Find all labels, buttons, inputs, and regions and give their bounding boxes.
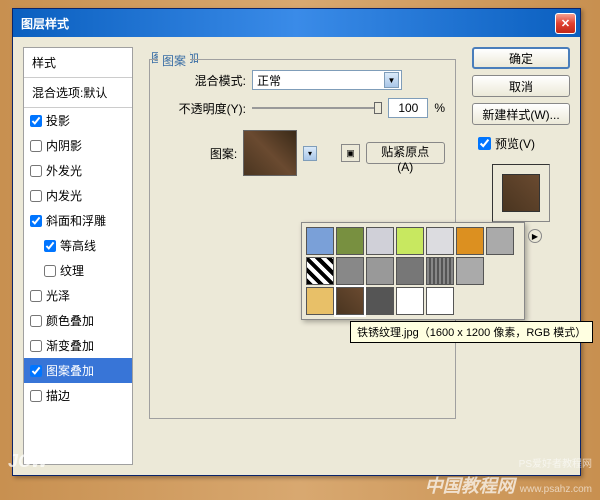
pattern-row: 图案: ▾ ▣ 贴紧原点(A)	[160, 130, 445, 176]
sidebar-checkbox[interactable]	[30, 115, 42, 127]
sidebar-item-9[interactable]: 渐变叠加	[24, 333, 132, 358]
dialog-title: 图层样式	[21, 15, 69, 32]
sidebar-checkbox[interactable]	[30, 140, 42, 152]
layer-style-dialog: 图层样式 ✕ 样式 混合选项:默认 投影内阴影外发光内发光斜面和浮雕等高线纹理光…	[12, 8, 581, 476]
preview-label: 预览(V)	[495, 135, 535, 152]
pattern-cell[interactable]	[396, 287, 424, 315]
pattern-dropdown-icon[interactable]: ▾	[303, 146, 317, 161]
pattern-cell[interactable]	[336, 287, 364, 315]
pattern-cell[interactable]	[426, 287, 454, 315]
sidebar-checkbox[interactable]	[30, 390, 42, 402]
pattern-cell[interactable]	[336, 227, 364, 255]
styles-sidebar: 样式 混合选项:默认 投影内阴影外发光内发光斜面和浮雕等高线纹理光泽颜色叠加渐变…	[23, 47, 133, 465]
pattern-cell[interactable]	[426, 227, 454, 255]
sidebar-item-1[interactable]: 内阴影	[24, 133, 132, 158]
opacity-row: 不透明度(Y): %	[160, 98, 445, 118]
sidebar-item-10[interactable]: 图案叠加	[24, 358, 132, 383]
sidebar-item-6[interactable]: 纹理	[24, 258, 132, 283]
sidebar-checkbox[interactable]	[30, 365, 42, 377]
blend-mode-value: 正常	[257, 72, 281, 89]
snap-origin-button[interactable]: 贴紧原点(A)	[366, 142, 445, 164]
watermark-right: 中国教程网	[425, 476, 515, 496]
sidebar-item-label: 描边	[46, 387, 70, 404]
sidebar-item-label: 等高线	[60, 237, 96, 254]
pattern-cell[interactable]	[306, 257, 334, 285]
pattern-cell[interactable]	[456, 257, 484, 285]
sidebar-checkbox[interactable]	[44, 265, 56, 277]
sidebar-item-2[interactable]: 外发光	[24, 158, 132, 183]
preview-inner	[502, 174, 540, 212]
sidebar-item-label: 颜色叠加	[46, 312, 94, 329]
slider-thumb[interactable]	[374, 102, 382, 114]
pattern-cell[interactable]	[366, 287, 394, 315]
watermark: JCW PS爱好者教程网 中国教程网 www.psahz.com	[0, 451, 600, 498]
pattern-cell[interactable]	[486, 227, 514, 255]
sidebar-item-8[interactable]: 颜色叠加	[24, 308, 132, 333]
watermark-left: JCW	[8, 451, 48, 498]
sidebar-item-label: 斜面和浮雕	[46, 212, 106, 229]
sidebar-item-label: 光泽	[46, 287, 70, 304]
pattern-picker-popup: ▶ 铁锈纹理.jpg（1600 x 1200 像素，RGB 模式）	[301, 222, 525, 320]
sidebar-checkbox[interactable]	[30, 290, 42, 302]
fieldset-title: 图案	[158, 52, 190, 69]
new-style-button[interactable]: 新建样式(W)...	[472, 103, 570, 125]
sidebar-styles-header[interactable]: 样式	[24, 48, 132, 78]
blend-mode-combo[interactable]: 正常 ▼	[252, 70, 402, 90]
titlebar: 图层样式 ✕	[13, 9, 580, 37]
sidebar-item-label: 渐变叠加	[46, 337, 94, 354]
pattern-label: 图案:	[160, 145, 237, 162]
pattern-cell[interactable]	[426, 257, 454, 285]
sidebar-item-0[interactable]: 投影	[24, 108, 132, 133]
pattern-swatch[interactable]	[243, 130, 297, 176]
chevron-down-icon: ▼	[384, 72, 399, 88]
sidebar-checkbox[interactable]	[30, 315, 42, 327]
pattern-cell[interactable]	[456, 227, 484, 255]
cancel-button[interactable]: 取消	[472, 75, 570, 97]
dialog-body: 样式 混合选项:默认 投影内阴影外发光内发光斜面和浮雕等高线纹理光泽颜色叠加渐变…	[13, 37, 580, 475]
sidebar-item-label: 图案叠加	[46, 362, 94, 379]
pattern-cell[interactable]	[306, 287, 334, 315]
sidebar-item-4[interactable]: 斜面和浮雕	[24, 208, 132, 233]
preview-checkbox[interactable]	[478, 137, 491, 150]
sidebar-item-label: 内阴影	[46, 137, 82, 154]
pattern-cell[interactable]	[366, 257, 394, 285]
sidebar-item-3[interactable]: 内发光	[24, 183, 132, 208]
sidebar-item-label: 内发光	[46, 187, 82, 204]
pattern-cell[interactable]	[306, 227, 334, 255]
picker-menu-icon[interactable]: ▶	[528, 229, 542, 243]
opacity-label: 不透明度(Y):	[160, 100, 246, 117]
new-pattern-icon[interactable]: ▣	[341, 144, 359, 162]
sidebar-checkbox[interactable]	[30, 165, 42, 177]
blend-mode-label: 混合模式:	[160, 72, 246, 89]
pattern-cell[interactable]	[336, 257, 364, 285]
sidebar-item-label: 投影	[46, 112, 70, 129]
sidebar-item-7[interactable]: 光泽	[24, 283, 132, 308]
preview-box	[492, 164, 550, 222]
watermark-sub1: PS爱好者教程网	[519, 459, 592, 470]
main-panel: 图案叠加 图案 混合模式: 正常 ▼ 不透明度(Y): %	[141, 47, 464, 465]
sidebar-checkbox[interactable]	[44, 240, 56, 252]
ok-button[interactable]: 确定	[472, 47, 570, 69]
close-button[interactable]: ✕	[555, 13, 576, 34]
sidebar-item-label: 外发光	[46, 162, 82, 179]
sidebar-item-5[interactable]: 等高线	[24, 233, 132, 258]
sidebar-blend-header[interactable]: 混合选项:默认	[24, 78, 132, 108]
sidebar-checkbox[interactable]	[30, 190, 42, 202]
sidebar-item-11[interactable]: 描边	[24, 383, 132, 408]
opacity-unit: %	[434, 101, 445, 115]
pattern-tooltip: 铁锈纹理.jpg（1600 x 1200 像素，RGB 模式）	[350, 321, 593, 343]
sidebar-item-label: 纹理	[60, 262, 84, 279]
pattern-cell[interactable]	[366, 227, 394, 255]
opacity-input[interactable]	[388, 98, 428, 118]
watermark-sub2: www.psahz.com	[520, 484, 592, 495]
blend-mode-row: 混合模式: 正常 ▼	[160, 70, 445, 90]
sidebar-checkbox[interactable]	[30, 340, 42, 352]
sidebar-checkbox[interactable]	[30, 215, 42, 227]
preview-row: 预览(V)	[472, 135, 570, 152]
pattern-grid	[306, 227, 520, 315]
pattern-cell[interactable]	[396, 227, 424, 255]
pattern-cell[interactable]	[396, 257, 424, 285]
opacity-slider[interactable]	[252, 107, 382, 109]
